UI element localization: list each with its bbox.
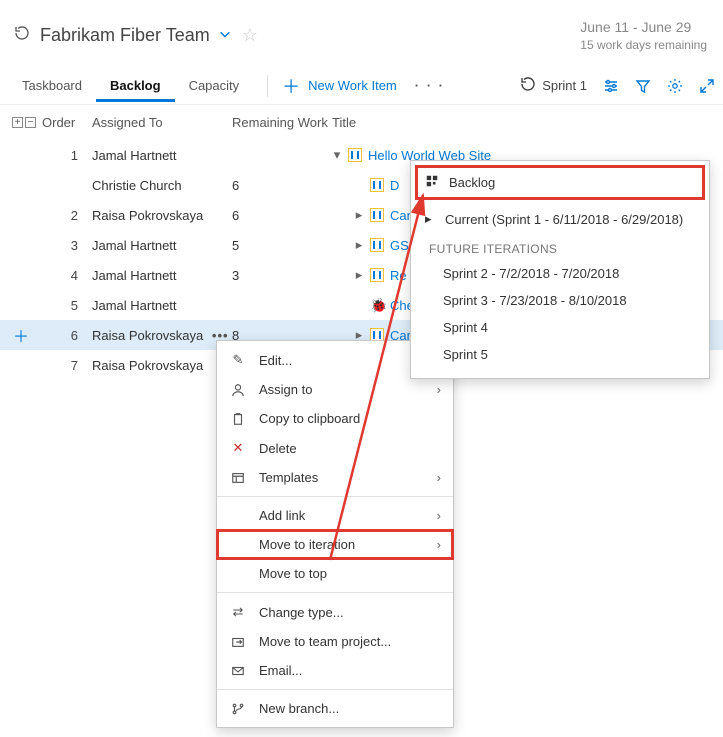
menu-add-link[interactable]: Add link › xyxy=(217,501,453,530)
iteration-current[interactable]: ▸ Current (Sprint 1 - 6/11/2018 - 6/29/2… xyxy=(411,204,709,234)
caret-right-icon: ▸ xyxy=(425,211,435,227)
chevron-right-icon: › xyxy=(437,537,441,552)
chevron-right-icon: › xyxy=(437,382,441,397)
remaining-cell: 3 xyxy=(232,268,332,283)
backlog-icon xyxy=(425,174,439,191)
chevron-down-icon[interactable] xyxy=(218,25,232,46)
order-cell: 7 xyxy=(42,358,92,373)
expand-collapse-controls[interactable]: + − xyxy=(0,117,42,128)
order-cell: 1 xyxy=(42,148,92,163)
iteration-backlog[interactable]: Backlog xyxy=(417,167,703,198)
assigned-to-cell: Raisa Pokrovskaya ••• xyxy=(92,328,232,343)
caret-right-icon[interactable]: ▸ xyxy=(354,267,364,283)
delete-icon: ✕ xyxy=(229,440,247,456)
favorite-star-icon[interactable]: ☆ xyxy=(242,25,258,46)
iteration-date-summary: June 11 - June 29 15 work days remaining xyxy=(580,18,707,53)
new-work-item-button[interactable]: ＋ New Work Item xyxy=(282,73,397,99)
pencil-icon: ✎ xyxy=(229,352,247,368)
future-iterations-header: FUTURE ITERATIONS xyxy=(411,234,709,260)
tab-backlog[interactable]: Backlog xyxy=(96,69,175,102)
person-icon xyxy=(229,383,247,397)
menu-move-to-top[interactable]: Move to top xyxy=(217,559,453,588)
remaining-cell: 6 xyxy=(232,178,332,193)
refresh-icon xyxy=(14,25,30,46)
tab-capacity[interactable]: Capacity xyxy=(175,69,254,102)
caret-down-icon[interactable]: ▾ xyxy=(332,147,342,163)
chevron-right-icon: › xyxy=(437,508,441,523)
task-icon xyxy=(370,268,384,282)
expand-all-icon[interactable]: + xyxy=(12,117,23,128)
gear-icon[interactable] xyxy=(667,78,683,94)
order-cell: 3 xyxy=(42,238,92,253)
tab-taskboard[interactable]: Taskboard xyxy=(8,69,96,102)
add-child-icon[interactable]: ＋ xyxy=(13,329,29,346)
work-item-context-menu: ✎ Edit... Assign to › Copy to clipboard … xyxy=(216,340,454,728)
fullscreen-icon[interactable] xyxy=(699,78,715,94)
plus-icon: ＋ xyxy=(282,73,300,99)
settings-sliders-icon[interactable] xyxy=(603,78,619,94)
move-project-icon xyxy=(229,635,247,649)
collapse-all-icon[interactable]: − xyxy=(25,117,36,128)
task-icon xyxy=(370,238,384,252)
menu-delete[interactable]: ✕ Delete xyxy=(217,433,453,463)
chevron-right-icon: › xyxy=(437,470,441,485)
iteration-sprint-4[interactable]: Sprint 4 xyxy=(411,314,709,341)
order-cell: 6 xyxy=(42,328,92,343)
new-work-item-label: New Work Item xyxy=(308,78,397,93)
iteration-sprint-3[interactable]: Sprint 3 - 7/23/2018 - 8/10/2018 xyxy=(411,287,709,314)
menu-move-to-iteration[interactable]: Move to iteration › xyxy=(217,530,453,559)
column-header-remaining[interactable]: Remaining Work xyxy=(232,115,332,130)
menu-assign-to[interactable]: Assign to › xyxy=(217,375,453,404)
team-name-text: Fabrikam Fiber Team xyxy=(40,25,210,46)
backlog-item-icon xyxy=(348,148,362,162)
filter-icon[interactable] xyxy=(635,78,651,94)
remaining-cell: 5 xyxy=(232,238,332,253)
column-header-assigned[interactable]: Assigned To xyxy=(92,115,232,130)
iteration-flyout: Backlog ▸ Current (Sprint 1 - 6/11/2018 … xyxy=(410,160,710,379)
iteration-sprint-2[interactable]: Sprint 2 - 7/2/2018 - 7/20/2018 xyxy=(411,260,709,287)
order-cell: 2 xyxy=(42,208,92,223)
mail-icon xyxy=(229,664,247,678)
menu-email[interactable]: Email... xyxy=(217,656,453,685)
iteration-sprint-5[interactable]: Sprint 5 xyxy=(411,341,709,368)
column-header-order[interactable]: Order xyxy=(42,115,92,130)
work-item-title[interactable]: Re xyxy=(390,268,407,283)
assigned-to-cell: Jamal Hartnett xyxy=(92,298,232,313)
menu-change-type[interactable]: ⇄ Change type... xyxy=(217,597,453,627)
order-cell: 4 xyxy=(42,268,92,283)
change-type-icon: ⇄ xyxy=(229,604,247,620)
branch-icon xyxy=(229,702,247,716)
caret-right-icon[interactable]: ▸ xyxy=(354,237,364,253)
assigned-to-cell: Christie Church xyxy=(92,178,232,193)
remaining-days-text: 15 work days remaining xyxy=(580,37,707,53)
sprint-picker[interactable]: Sprint 1 xyxy=(520,76,587,95)
sprint-refresh-icon xyxy=(520,76,536,95)
team-title[interactable]: Fabrikam Fiber Team ☆ xyxy=(14,25,258,46)
column-header-title[interactable]: Title xyxy=(332,115,723,130)
templates-icon xyxy=(229,471,247,485)
more-actions-button[interactable]: · · · xyxy=(415,78,445,93)
date-range-text: June 11 - June 29 xyxy=(580,18,707,37)
menu-new-branch[interactable]: New branch... xyxy=(217,694,453,723)
assigned-to-cell: Jamal Hartnett xyxy=(92,238,232,253)
remaining-cell: 6 xyxy=(232,208,332,223)
work-item-title[interactable]: D xyxy=(390,178,399,193)
assigned-to-cell: Raisa Pokrovskaya xyxy=(92,208,232,223)
bug-icon: 🐞 xyxy=(370,298,384,312)
menu-move-to-team-project[interactable]: Move to team project... xyxy=(217,627,453,656)
clipboard-icon xyxy=(229,412,247,426)
task-icon xyxy=(370,208,384,222)
assigned-to-cell: Jamal Hartnett xyxy=(92,268,232,283)
assigned-to-cell: Jamal Hartnett xyxy=(92,148,232,163)
divider xyxy=(267,75,268,97)
order-cell: 5 xyxy=(42,298,92,313)
assigned-to-cell: Raisa Pokrovskaya xyxy=(92,358,232,373)
task-icon xyxy=(370,178,384,192)
menu-templates[interactable]: Templates › xyxy=(217,463,453,492)
caret-right-icon[interactable]: ▸ xyxy=(354,207,364,223)
sprint-label: Sprint 1 xyxy=(542,78,587,93)
menu-copy[interactable]: Copy to clipboard xyxy=(217,404,453,433)
